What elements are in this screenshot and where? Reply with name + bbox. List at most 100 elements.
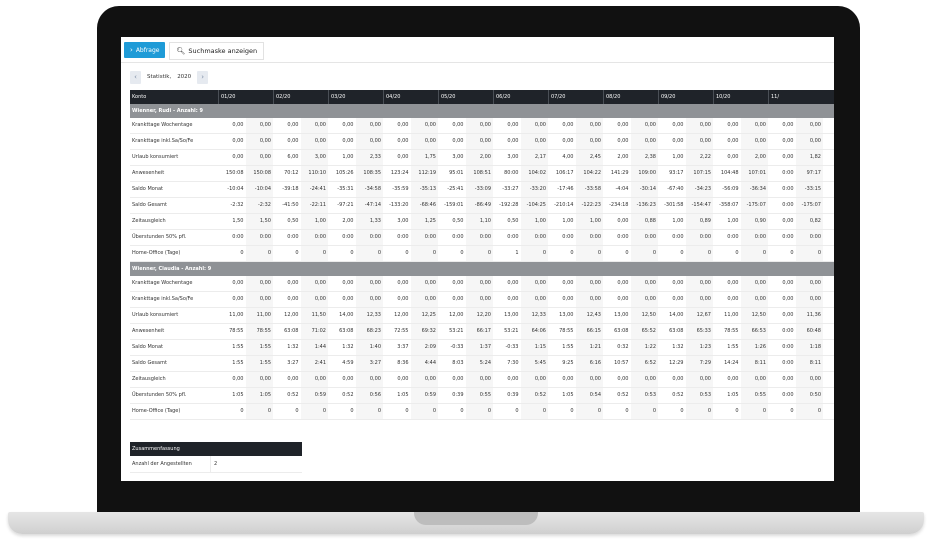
summary-title: Zusammenfassung <box>130 442 302 456</box>
table-cell: 4:59 <box>342 360 354 366</box>
table-cell: 0,00 <box>562 376 574 382</box>
column-header-month[interactable]: 02/20 <box>273 90 328 104</box>
table-cell: 1:40 <box>355 340 383 355</box>
table-cell: 0,00 <box>342 280 354 286</box>
table-cell: -2:32 <box>245 198 273 213</box>
table-cell: 2,17 <box>520 150 548 165</box>
table-cell: 12,67 <box>685 308 713 323</box>
table-cell: 0,00 <box>782 122 794 128</box>
table-cell: 0,00 <box>782 138 794 144</box>
table-cell: 0,00 <box>397 296 409 302</box>
table-cell: 0 <box>240 250 244 256</box>
table-cell: 0,00 <box>562 122 574 128</box>
row-label: Saldo Monat <box>132 344 164 350</box>
row-label: Saldo Monat <box>132 186 164 192</box>
table-cell: 0 <box>625 250 629 256</box>
column-header-month[interactable]: 11/ <box>768 90 823 104</box>
table-cell: 0:00 <box>355 230 383 245</box>
table-cell: 2,00 <box>465 150 493 165</box>
column-header-month[interactable]: 03/20 <box>328 90 383 104</box>
table-cell: 0:55 <box>740 388 768 403</box>
table-cell: 0 <box>740 404 768 419</box>
table-cell: 0:00 <box>562 234 574 240</box>
table-cell: 0,00 <box>355 292 383 307</box>
table-cell: -159:01 <box>444 202 464 208</box>
table-cell: 0:52 <box>520 388 548 403</box>
table-cell: 2,22 <box>685 150 713 165</box>
table-cell: 0,50 <box>507 218 519 224</box>
table-cell: 0 <box>245 246 273 261</box>
table-cell: 0 <box>570 250 574 256</box>
table-cell: 0,00 <box>795 118 823 133</box>
table-cell: -34:23 <box>685 182 713 197</box>
toolbar: › Abfrage 🔍︎ Suchmaske anzeigen <box>124 42 265 60</box>
table-row: Home-Office (Tage) 0 0 0 0 0 0 0 0 0 0 1 0 0 0 0 0 0 0 0 0 0 0 <box>130 246 834 262</box>
table-cell: 0:52 <box>672 392 684 398</box>
table-cell: 70:12 <box>284 170 299 176</box>
column-header-month[interactable]: 06/20 <box>493 90 548 104</box>
table-cell: 8:36 <box>397 360 409 366</box>
table-cell: 1:55 <box>245 356 273 371</box>
table-cell: 3,00 <box>507 154 519 160</box>
table-cell: 0:39 <box>507 392 519 398</box>
table-cell: 0:53 <box>630 388 658 403</box>
table-cell: 0,00 <box>575 372 603 387</box>
table-cell: 14,00 <box>339 312 354 318</box>
show-search-mask-button[interactable]: 🔍︎ Suchmaske anzeigen <box>169 42 265 60</box>
table-cell: 0:00 <box>520 230 548 245</box>
column-header-account[interactable]: Konto <box>130 90 218 104</box>
table-cell: 3,00 <box>300 150 328 165</box>
table-cell: 1:32 <box>672 344 684 350</box>
table-cell: 1,00 <box>520 214 548 229</box>
table-cell: 0,00 <box>397 154 409 160</box>
table-cell: 0,00 <box>630 292 658 307</box>
table-cell: 0,00 <box>245 134 273 149</box>
pager-year: 2020 <box>177 74 192 80</box>
next-year-button[interactable]: › <box>197 70 209 84</box>
table-cell: 104:22 <box>575 166 603 181</box>
caret-right-icon: › <box>130 46 133 54</box>
table-cell: 4:44 <box>410 356 438 371</box>
table-cell: -154:47 <box>685 198 713 213</box>
column-header-month[interactable]: 09/20 <box>658 90 713 104</box>
column-header-month[interactable]: 05/20 <box>438 90 493 104</box>
table-cell: 66:17 <box>465 324 493 339</box>
summary-table: Zusammenfassung Anzahl der Angestellten … <box>130 442 302 473</box>
column-header-month[interactable]: 01/20 <box>218 90 273 104</box>
table-row: Anwesenheit 78:55 78:55 63:08 71:02 63:08 68:2… <box>130 324 834 340</box>
table-cell: -234:18 <box>609 202 629 208</box>
table-cell: 0,00 <box>232 138 244 144</box>
table-cell: 2,00 <box>740 150 768 165</box>
query-button[interactable]: › Abfrage <box>124 42 166 58</box>
column-header-month[interactable]: 07/20 <box>548 90 603 104</box>
table-cell: 0,00 <box>507 280 519 286</box>
table-cell: 0 <box>295 250 299 256</box>
table-cell: 3:27 <box>287 360 299 366</box>
table-cell: 0,00 <box>452 376 464 382</box>
table-cell: -47:14 <box>355 198 383 213</box>
table-cell: 0,00 <box>520 292 548 307</box>
table-cell: 3:27 <box>355 356 383 371</box>
table-cell: 1,00 <box>727 218 739 224</box>
table-cell: 0:00 <box>782 360 794 366</box>
table-cell: 10:57 <box>614 360 629 366</box>
table-cell: 11,50 <box>300 308 328 323</box>
table-cell: 0,00 <box>562 296 574 302</box>
previous-year-button[interactable]: ‹ <box>130 70 141 84</box>
column-header-month[interactable]: 08/20 <box>603 90 658 104</box>
table-cell: 3,00 <box>452 154 464 160</box>
table-cell: -192:28 <box>499 202 519 208</box>
table-cell: 0,00 <box>740 118 768 133</box>
column-header-month[interactable]: 04/20 <box>383 90 438 104</box>
column-header-month[interactable]: 10/20 <box>713 90 768 104</box>
table-cell: 1:05 <box>232 392 244 398</box>
table-cell: 1,25 <box>410 214 438 229</box>
table-cell: 1:55 <box>232 344 244 350</box>
table-cell: 0 <box>630 404 658 419</box>
table-cell: 105:26 <box>335 170 354 176</box>
table-cell: 0:00 <box>245 230 273 245</box>
table-cell: 0,00 <box>507 296 519 302</box>
table-cell: 0,00 <box>287 122 299 128</box>
table-cell: -104:25 <box>520 198 548 213</box>
row-label: Saldo Gesamt <box>132 360 167 366</box>
